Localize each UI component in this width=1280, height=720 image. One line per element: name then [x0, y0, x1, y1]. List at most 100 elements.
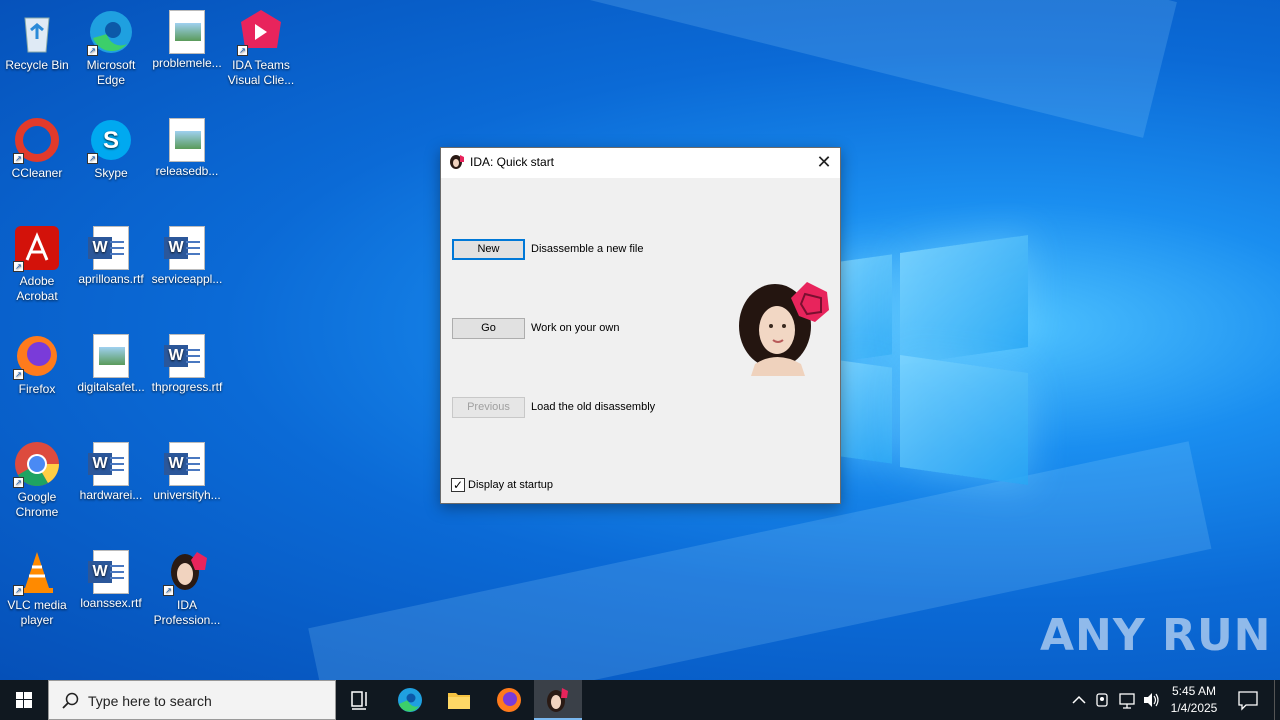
task-view-icon[interactable]	[336, 680, 384, 720]
desktop-icon-skype[interactable]: S ↗ Skype	[74, 116, 148, 181]
display-at-startup-checkbox[interactable]: ✓	[451, 478, 465, 492]
desktop-icon-firefox[interactable]: ↗ Firefox	[0, 332, 74, 397]
windows-logo-pane	[840, 254, 892, 362]
adobe-acrobat-icon: ↗	[13, 224, 61, 272]
notifications-icon[interactable]	[1232, 680, 1264, 720]
word-document-icon: W	[164, 226, 205, 270]
ida-app-icon	[449, 154, 465, 170]
desktop-icon-label: releasedb...	[155, 164, 219, 178]
desktop-icon-label: Microsoft Edge	[86, 58, 136, 87]
clock-date: 1/4/2025	[1170, 701, 1218, 715]
shortcut-arrow-icon: ↗	[13, 369, 24, 380]
shortcut-arrow-icon: ↗	[13, 477, 24, 488]
ida-teams-icon: ↗	[237, 8, 285, 56]
windows-logo-pane	[840, 360, 892, 464]
network-icon[interactable]	[1116, 680, 1138, 720]
show-desktop-button[interactable]	[1274, 680, 1280, 720]
shortcut-arrow-icon: ↗	[87, 45, 98, 56]
desktop-icon-label: hardwarei...	[79, 488, 143, 502]
desktop-icon-label: digitalsafet...	[77, 380, 145, 394]
go-description: Work on your own	[531, 322, 620, 334]
desktop-icon-label: Adobe Acrobat	[16, 274, 58, 303]
desktop-icon-ida-teams[interactable]: ↗ IDA Teams Visual Clie...	[224, 8, 298, 88]
recycle-bin-icon	[13, 8, 61, 56]
desktop-icon-label: Google Chrome	[15, 490, 59, 519]
desktop-icon-problemele[interactable]: problemele...	[150, 8, 224, 71]
shortcut-arrow-icon: ↗	[87, 153, 98, 164]
desktop-icon-serviceappl[interactable]: W serviceappl...	[150, 224, 224, 287]
chevron-up-icon[interactable]	[1068, 680, 1090, 720]
svg-text:S: S	[103, 127, 119, 154]
dialog-titlebar[interactable]: IDA: Quick start ✕	[441, 148, 840, 178]
search-icon	[61, 692, 79, 710]
desktop-icon-hardwarei[interactable]: W hardwarei...	[74, 440, 148, 503]
word-document-icon: W	[88, 226, 129, 270]
file-explorer-icon[interactable]	[435, 680, 483, 720]
chrome-icon: ↗	[13, 440, 61, 488]
firefox-taskbar-icon[interactable]	[485, 680, 533, 720]
desktop-icon-label: IDA Teams Visual Clie...	[227, 58, 295, 87]
desktop-icon-recycle-bin[interactable]: Recycle Bin	[0, 8, 74, 73]
previous-button[interactable]: Previous	[452, 397, 525, 418]
desktop-icon-adobe-acrobat[interactable]: ↗ Adobe Acrobat	[0, 224, 74, 304]
meet-now-icon[interactable]	[1092, 680, 1114, 720]
anyrun-watermark: ANY RUN	[1040, 610, 1272, 661]
ida-quick-start-dialog: IDA: Quick start ✕ New Disassemble a new…	[440, 147, 841, 504]
desktop-icon-label: Skype	[94, 166, 128, 180]
search-placeholder: Type here to search	[88, 693, 212, 709]
desktop-icon-label: CCleaner	[11, 166, 63, 180]
shortcut-arrow-icon: ↗	[13, 153, 24, 164]
desktop-icon-thprogress[interactable]: W thprogress.rtf	[150, 332, 224, 395]
word-document-icon: W	[164, 442, 205, 486]
desktop-icon-vlc[interactable]: ↗ VLC media player	[0, 548, 74, 628]
desktop-icon-aprilloans[interactable]: W aprilloans.rtf	[74, 224, 148, 287]
desktop-icon-label: serviceappl...	[151, 272, 223, 286]
vlc-cone-icon: ↗	[13, 548, 61, 596]
go-button[interactable]: Go	[452, 318, 525, 339]
image-document-icon	[93, 334, 129, 378]
shortcut-arrow-icon: ↗	[13, 585, 24, 596]
skype-icon: S ↗	[87, 116, 135, 164]
taskbar-search-box[interactable]: Type here to search	[48, 680, 336, 720]
edge-icon: ↗	[87, 8, 135, 56]
word-document-icon: W	[164, 334, 205, 378]
desktop-icon-google-chrome[interactable]: ↗ Google Chrome	[0, 440, 74, 520]
image-document-icon	[169, 10, 205, 54]
new-button[interactable]: New	[452, 239, 525, 260]
clock-time: 5:45 AM	[1171, 684, 1217, 698]
ida-portrait-icon: ↗	[163, 548, 211, 596]
volume-icon[interactable]	[1140, 680, 1162, 720]
desktop-icon-ccleaner[interactable]: ↗ CCleaner	[0, 116, 74, 181]
desktop-icon-loanssex[interactable]: W loanssex.rtf	[74, 548, 148, 611]
new-description: Disassemble a new file	[531, 243, 644, 255]
desktop-icon-releasedb[interactable]: releasedb...	[150, 116, 224, 179]
firefox-icon: ↗	[13, 332, 61, 380]
desktop-icon-label: loanssex.rtf	[80, 596, 142, 610]
windows-logo-pane	[900, 355, 1028, 485]
close-icon[interactable]: ✕	[808, 148, 840, 178]
shortcut-arrow-icon: ↗	[163, 585, 174, 596]
display-at-startup-label: Display at startup	[468, 479, 553, 491]
desktop-icon-label: VLC media player	[7, 598, 67, 627]
desktop-icon-label: aprilloans.rtf	[78, 272, 144, 286]
ida-taskbar-icon[interactable]	[534, 680, 582, 720]
desktop-icon-ida-professional[interactable]: ↗ IDA Profession...	[150, 548, 224, 628]
desktop-icon-digitalsafet[interactable]: digitalsafet...	[74, 332, 148, 395]
previous-description: Load the old disassembly	[531, 401, 656, 413]
system-clock[interactable]: 5:45 AM 1/4/2025	[1163, 683, 1225, 717]
edge-taskbar-icon[interactable]	[386, 680, 434, 720]
windows-start-icon[interactable]	[0, 680, 48, 720]
desktop-icon-label: problemele...	[152, 56, 222, 70]
ida-portrait-logo	[735, 280, 831, 376]
desktop-icon-label: universityh...	[153, 488, 221, 502]
dialog-title: IDA: Quick start	[470, 155, 555, 169]
desktop-icon-universityh[interactable]: W universityh...	[150, 440, 224, 503]
taskbar: Type here to search 5:45 AM 1/4/2025	[0, 680, 1280, 720]
desktop-icon-microsoft-edge[interactable]: ↗ Microsoft Edge	[74, 8, 148, 88]
ccleaner-icon: ↗	[13, 116, 61, 164]
windows-logo-pane	[900, 235, 1028, 365]
desktop-icon-label: Recycle Bin	[5, 58, 69, 72]
word-document-icon: W	[88, 442, 129, 486]
desktop-icon-label: Firefox	[18, 382, 56, 396]
word-document-icon: W	[88, 550, 129, 594]
